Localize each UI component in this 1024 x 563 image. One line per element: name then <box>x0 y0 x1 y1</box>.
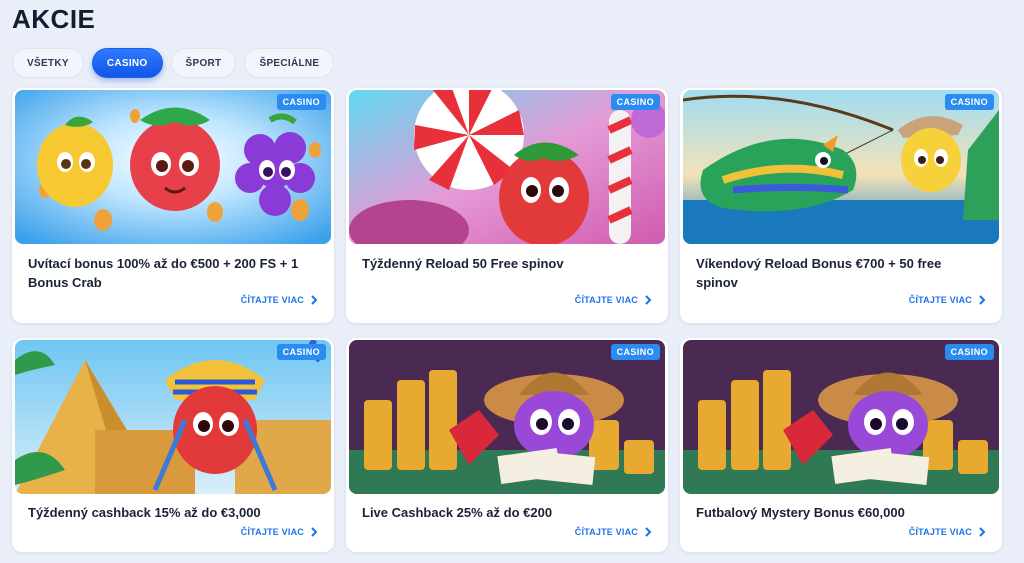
casino-badge: CASINO <box>276 94 326 110</box>
casino-badge: CASINO <box>276 344 326 360</box>
casino-badge: CASINO <box>610 344 660 360</box>
promo-title: Týždenný Reload 50 Free spinov <box>362 256 564 271</box>
read-more-link[interactable]: ČÍTAJTE VIAC <box>241 527 318 537</box>
chevron-right-icon <box>979 527 986 537</box>
promo-title: Týždenný cashback 15% až do €3,000 <box>28 505 261 520</box>
promo-image-pharaoh-strawberry: CASINO <box>15 340 331 494</box>
tab-sport[interactable]: ŠPORT <box>170 48 237 78</box>
promo-title: Live Cashback 25% až do €200 <box>362 505 553 520</box>
chevron-right-icon <box>979 295 986 305</box>
chevron-right-icon <box>645 295 652 305</box>
read-more-link[interactable]: ČÍTAJTE VIAC <box>909 295 986 305</box>
promotions-grid: CASINO Uvítací bonus 100% až do €500 + 2… <box>12 88 1002 552</box>
promo-card[interactable]: CASINO Live Cashback 25% až do €200 ČÍTA… <box>346 338 668 552</box>
read-more-label: ČÍTAJTE VIAC <box>574 527 638 537</box>
promo-image-fruit-characters: CASINO <box>15 90 331 244</box>
promo-card[interactable]: CASINO Týždenný Reload 50 Free spinov ČÍ… <box>346 88 668 323</box>
read-more-label: ČÍTAJTE VIAC <box>240 295 304 305</box>
promo-title: Víkendový Reload Bonus €700 + 50 free sp… <box>696 256 942 290</box>
read-more-label: ČÍTAJTE VIAC <box>574 295 638 305</box>
page-title: AKCIE <box>12 4 96 34</box>
read-more-label: ČÍTAJTE VIAC <box>908 295 972 305</box>
promo-card[interactable]: CASINO Týždenný cashback 15% až do €3,00… <box>12 338 334 552</box>
promo-title: Uvítací bonus 100% až do €500 + 200 FS +… <box>28 256 299 290</box>
promo-image-candy-strawberry: CASINO <box>349 90 665 244</box>
casino-badge: CASINO <box>944 94 994 110</box>
read-more-label: ČÍTAJTE VIAC <box>240 527 304 537</box>
read-more-link[interactable]: ČÍTAJTE VIAC <box>241 295 318 305</box>
read-more-label: ČÍTAJTE VIAC <box>908 527 972 537</box>
promo-image-cowboy-coins: CASINO <box>349 340 665 494</box>
chevron-right-icon <box>645 527 652 537</box>
casino-badge: CASINO <box>610 94 660 110</box>
casino-badge: CASINO <box>944 344 994 360</box>
read-more-link[interactable]: ČÍTAJTE VIAC <box>909 527 986 537</box>
promo-image-fishing-scene: CASINO <box>683 90 999 244</box>
read-more-link[interactable]: ČÍTAJTE VIAC <box>575 527 652 537</box>
promo-card[interactable]: CASINO Uvítací bonus 100% až do €500 + 2… <box>12 88 334 323</box>
promo-title: Futbalový Mystery Bonus €60,000 <box>696 505 905 520</box>
promo-card[interactable]: CASINO Futbalový Mystery Bonus €60,000 Č… <box>680 338 1002 552</box>
tab-casino[interactable]: CASINO <box>91 48 163 78</box>
category-tabs: VŠETKY CASINO ŠPORT ŠPECIÁLNE <box>12 48 335 78</box>
chevron-right-icon <box>311 527 318 537</box>
promo-image-cowboy-coins: CASINO <box>683 340 999 494</box>
tab-special[interactable]: ŠPECIÁLNE <box>244 48 335 78</box>
tab-all[interactable]: VŠETKY <box>12 48 84 78</box>
read-more-link[interactable]: ČÍTAJTE VIAC <box>575 295 652 305</box>
promo-card[interactable]: CASINO Víkendový Reload Bonus €700 + 50 … <box>680 88 1002 323</box>
chevron-right-icon <box>311 295 318 305</box>
